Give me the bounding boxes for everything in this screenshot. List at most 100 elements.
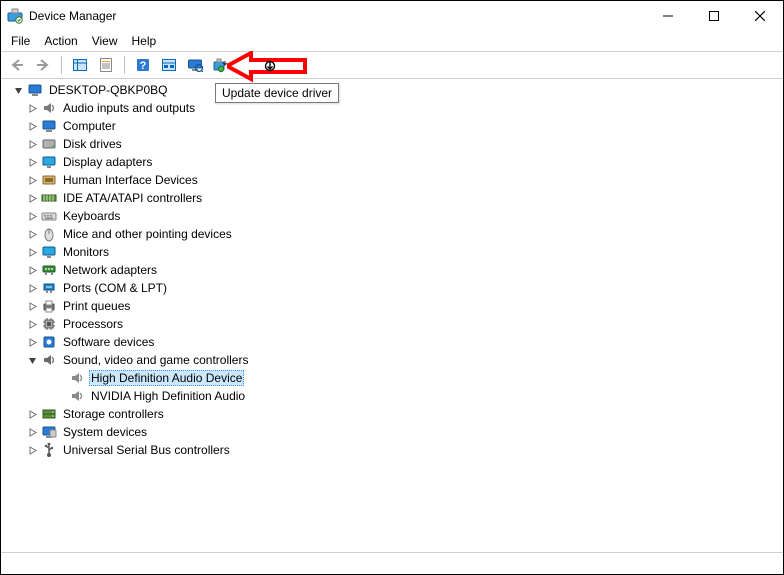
tree-item-label: IDE ATA/ATAPI controllers [61, 191, 204, 205]
close-button[interactable] [737, 1, 783, 31]
menu-help[interactable]: Help [126, 32, 163, 50]
network-icon [41, 262, 57, 278]
tree-item[interactable]: Monitors [1, 243, 783, 261]
tree-item-label: Print queues [61, 299, 132, 313]
tree-item[interactable]: Computer [1, 117, 783, 135]
tree-item[interactable]: Audio inputs and outputs [1, 99, 783, 117]
chevron-right-icon[interactable] [25, 155, 39, 169]
help-button[interactable]: ? [131, 54, 155, 76]
chevron-right-icon[interactable] [25, 119, 39, 133]
tree-item[interactable]: Human Interface Devices [1, 171, 783, 189]
tooltip-text: Update device driver [222, 86, 332, 100]
toolbar: ? [1, 51, 783, 79]
chevron-right-icon[interactable] [25, 281, 39, 295]
tree-item-label: Display adapters [61, 155, 154, 169]
chevron-right-icon[interactable] [25, 245, 39, 259]
status-bar [1, 553, 783, 574]
storage-icon [41, 406, 57, 422]
back-button[interactable] [5, 54, 29, 76]
tree-item[interactable]: IDE ATA/ATAPI controllers [1, 189, 783, 207]
audio-icon [41, 100, 57, 116]
tree-item-label: Network adapters [61, 263, 159, 277]
update-driver-button[interactable] [209, 54, 233, 76]
tree-item[interactable]: High Definition Audio Device [1, 369, 783, 387]
tree-item[interactable]: Processors [1, 315, 783, 333]
tree-item-label: System devices [61, 425, 149, 439]
sound-icon [41, 352, 57, 368]
chevron-down-icon[interactable] [11, 83, 25, 97]
tree-item[interactable]: System devices [1, 423, 783, 441]
chevron-right-icon[interactable] [25, 407, 39, 421]
ide-icon [41, 190, 57, 206]
software-icon [41, 334, 57, 350]
show-hide-console-button[interactable] [68, 54, 92, 76]
tree-item[interactable]: Software devices [1, 333, 783, 351]
tree-item-label: Computer [61, 119, 118, 133]
tree-item-label: Monitors [61, 245, 111, 259]
menu-action[interactable]: Action [38, 32, 83, 50]
title-bar: Device Manager [1, 1, 783, 31]
properties-button[interactable] [94, 54, 118, 76]
chevron-right-icon[interactable] [25, 425, 39, 439]
tree-item-label: Software devices [61, 335, 156, 349]
minimize-button[interactable] [645, 1, 691, 31]
menu-file[interactable]: File [5, 32, 36, 50]
tree-children: Audio inputs and outputs Computer Disk dri… [1, 99, 783, 459]
tree-item-label: Universal Serial Bus controllers [61, 443, 232, 457]
chevron-right-icon[interactable] [25, 101, 39, 115]
menu-view[interactable]: View [86, 32, 124, 50]
action-button[interactable] [157, 54, 181, 76]
computer-icon [41, 118, 57, 134]
chevron-right-icon[interactable] [25, 191, 39, 205]
cpu-icon [41, 316, 57, 332]
chevron-right-icon[interactable] [25, 137, 39, 151]
chevron-right-icon[interactable] [25, 317, 39, 331]
keyboard-icon [41, 208, 57, 224]
tree-item-label: Disk drives [61, 137, 124, 151]
chevron-right-icon[interactable] [25, 209, 39, 223]
monitor-icon [41, 244, 57, 260]
svg-text:?: ? [140, 60, 147, 72]
chevron-right-icon[interactable] [25, 443, 39, 457]
tree-item[interactable]: Ports (COM & LPT) [1, 279, 783, 297]
tree-item[interactable]: Disk drives [1, 135, 783, 153]
tree-item[interactable]: Display adapters [1, 153, 783, 171]
disk-icon [41, 136, 57, 152]
tree-item[interactable]: Keyboards [1, 207, 783, 225]
menu-bar: File Action View Help [1, 31, 783, 51]
tree-root[interactable]: DESKTOP-QBKP0BQ [1, 81, 783, 99]
system-icon [41, 424, 57, 440]
toolbar-separator [61, 56, 62, 74]
tree-item-label: Mice and other pointing devices [61, 227, 234, 241]
sound-child-icon [69, 388, 85, 404]
display-icon [41, 154, 57, 170]
tree-item[interactable]: Storage controllers [1, 405, 783, 423]
tree-item-label: Audio inputs and outputs [61, 101, 197, 115]
scan-hardware-button[interactable] [183, 54, 207, 76]
tree-item-label: Keyboards [61, 209, 122, 223]
chevron-right-icon[interactable] [25, 173, 39, 187]
forward-button[interactable] [31, 54, 55, 76]
maximize-button[interactable] [691, 1, 737, 31]
device-tree[interactable]: DESKTOP-QBKP0BQ Audio inputs and outputs… [1, 79, 783, 553]
tree-item-label: Sound, video and game controllers [61, 353, 250, 367]
chevron-right-icon[interactable] [25, 299, 39, 313]
chevron-right-icon[interactable] [25, 227, 39, 241]
tree-item[interactable]: Mice and other pointing devices [1, 225, 783, 243]
printer-icon [41, 298, 57, 314]
tree-item[interactable]: Sound, video and game controllers [1, 351, 783, 369]
tree-item[interactable]: NVIDIA High Definition Audio [1, 387, 783, 405]
port-icon [41, 280, 57, 296]
tree-item-label: NVIDIA High Definition Audio [89, 389, 247, 403]
tree-item-label: High Definition Audio Device [89, 370, 244, 386]
chevron-right-icon[interactable] [25, 263, 39, 277]
usb-icon [41, 442, 57, 458]
sound-child-icon [69, 370, 85, 386]
tree-root-label: DESKTOP-QBKP0BQ [47, 83, 169, 97]
chevron-down-icon[interactable] [25, 353, 39, 367]
tree-item[interactable]: Print queues [1, 297, 783, 315]
tree-item[interactable]: Network adapters [1, 261, 783, 279]
tree-item-label: Human Interface Devices [61, 173, 200, 187]
tree-item[interactable]: Universal Serial Bus controllers [1, 441, 783, 459]
chevron-right-icon[interactable] [25, 335, 39, 349]
